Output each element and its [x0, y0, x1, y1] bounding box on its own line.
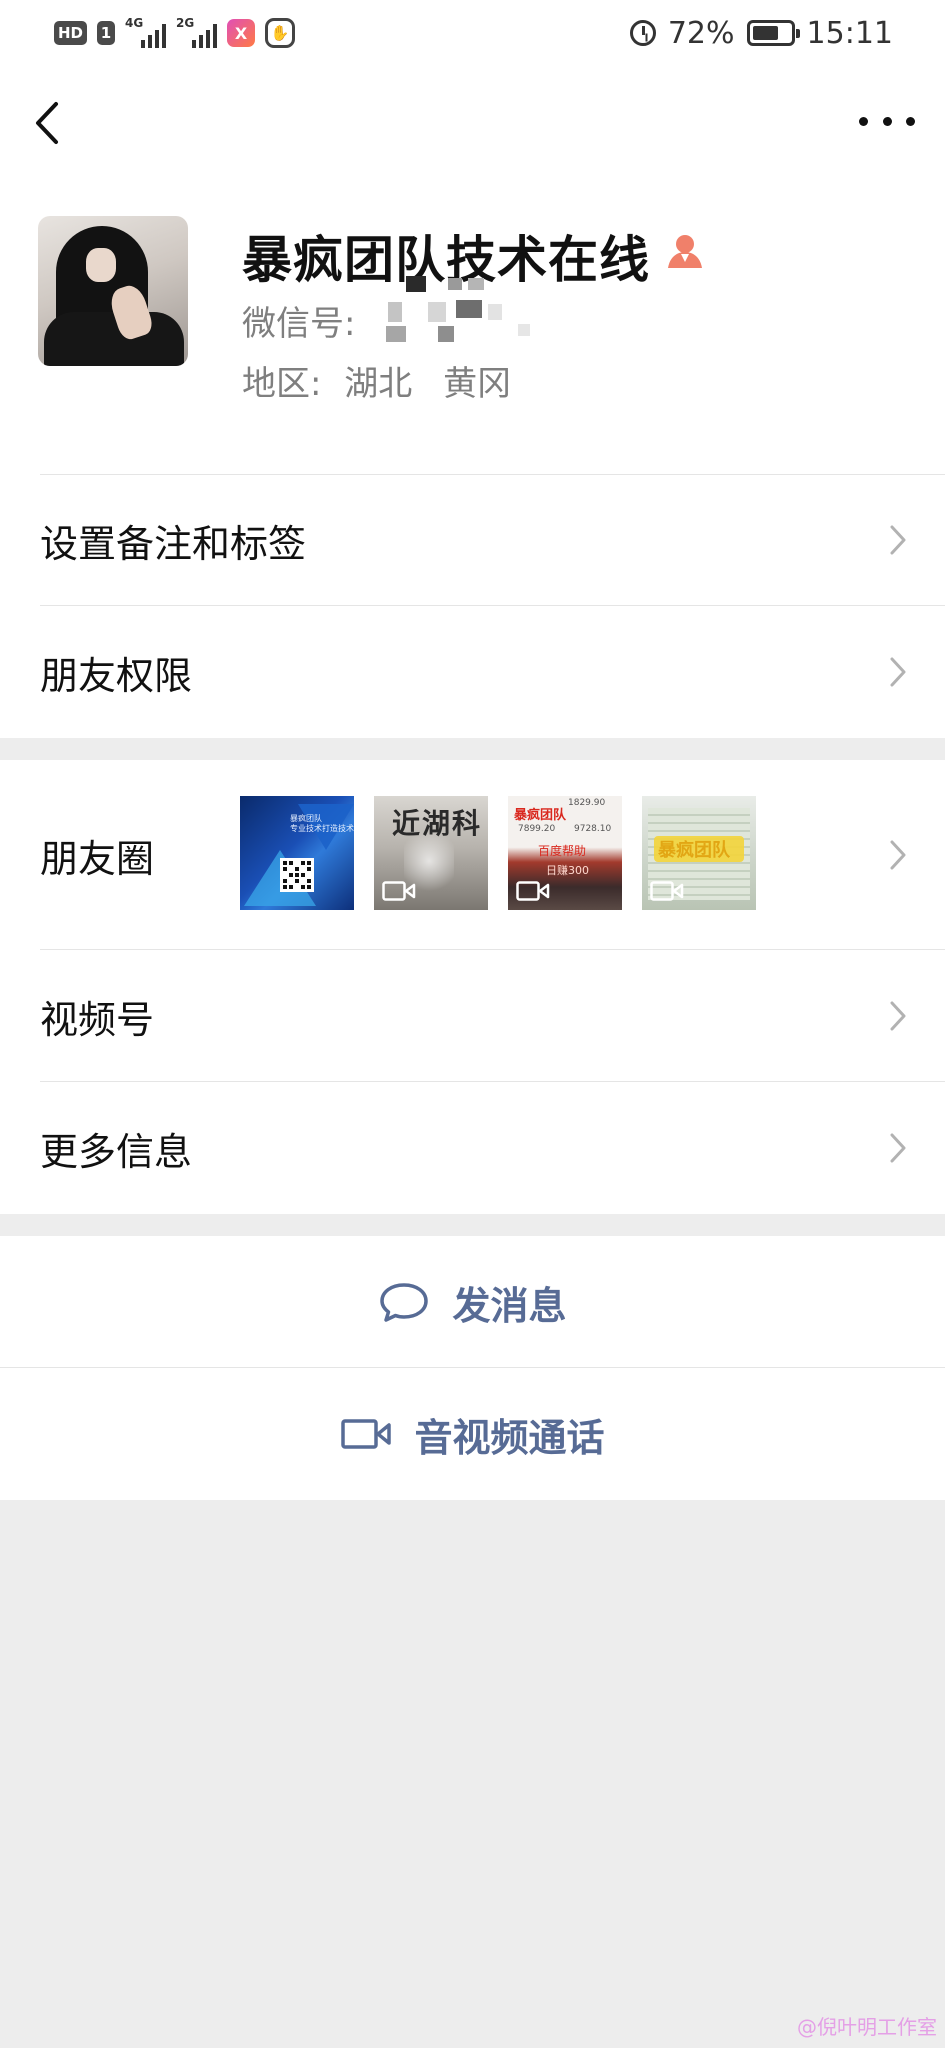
- region-city: 黄冈: [443, 364, 512, 404]
- chevron-right-icon: [890, 840, 906, 870]
- chevron-right-icon: [890, 657, 906, 687]
- more-info-row[interactable]: 更多信息: [0, 1082, 945, 1214]
- moments-thumbnail[interactable]: 近湖科: [374, 796, 488, 910]
- qr-code-icon: [280, 858, 314, 892]
- status-bar-right: 72% 15:11: [629, 15, 893, 51]
- hd-badge: HD: [54, 21, 88, 45]
- friend-permissions-row[interactable]: 朋友权限: [0, 606, 945, 738]
- video-icon: [516, 881, 550, 901]
- battery-icon: [746, 20, 800, 46]
- action-group: 发消息 音视频通话: [0, 1236, 945, 1500]
- alarm-icon: [629, 20, 656, 46]
- channels-label: 视频号: [40, 997, 155, 1042]
- profile-header: 暴疯团队技术在线 微信号: 地区: 湖北 黄冈: [0, 178, 945, 474]
- thumbnail-number: 7899.20: [518, 824, 556, 834]
- region: 地区: 湖北 黄冈: [242, 356, 511, 405]
- moments-thumbnail[interactable]: 1829.90 暴疯团队 7899.20 9728.10 百度帮助 日赚300: [508, 796, 622, 910]
- battery-percent: 72%: [667, 15, 735, 51]
- thumbnail-title: 暴疯团队: [514, 808, 567, 823]
- avatar[interactable]: [38, 216, 188, 366]
- thumbnail-text: 日赚300: [546, 864, 589, 877]
- thumbnail-band-text: 暴疯团队: [658, 840, 730, 861]
- thumbnail-number: 9728.10: [574, 824, 612, 834]
- wechat-id-label: 微信号:: [242, 304, 356, 344]
- watermark: @倪叶明工作室: [797, 2015, 937, 2039]
- more-button[interactable]: [859, 106, 915, 136]
- signal-icon: 4G: [125, 16, 167, 48]
- nav-bar: [0, 66, 945, 178]
- app-notification-icon: X: [227, 19, 256, 47]
- more-info-label: 更多信息: [40, 1129, 193, 1174]
- thumbnail-text: 百度帮助: [538, 844, 587, 858]
- sim-badge: 1: [97, 21, 116, 45]
- chevron-right-icon: [890, 1001, 906, 1031]
- info-group: 朋友圈 暴疯团队 专业技术打造技术指导 近湖科: [0, 760, 945, 1214]
- back-button[interactable]: [28, 98, 68, 148]
- video-icon: [382, 881, 416, 901]
- redacted-wechat-id: [368, 276, 548, 346]
- network-type-label-2: 2G: [176, 16, 195, 30]
- network-type-label: 4G: [125, 16, 144, 30]
- chevron-right-icon: [890, 525, 906, 555]
- moments-thumbnail[interactable]: 暴疯团队: [642, 796, 756, 910]
- video-camera-icon: [341, 1419, 392, 1449]
- moments-label: 朋友圈: [40, 836, 155, 881]
- remark-and-tags-label: 设置备注和标签: [40, 521, 307, 566]
- remark-and-tags-row[interactable]: 设置备注和标签: [0, 474, 945, 606]
- moments-row[interactable]: 朋友圈 暴疯团队 专业技术打造技术指导 近湖科: [0, 760, 945, 950]
- status-bar-left: HD 1 4G 2G X ✋: [54, 16, 296, 48]
- friend-permissions-label: 朋友权限: [40, 653, 193, 698]
- video-call-button[interactable]: 音视频通话: [0, 1368, 945, 1500]
- send-message-label: 发消息: [452, 1283, 567, 1328]
- moments-thumbnail[interactable]: 暴疯团队 专业技术打造技术指导: [240, 796, 354, 910]
- video-call-label: 音视频通话: [414, 1415, 605, 1460]
- hand-icon: ✋: [265, 18, 296, 48]
- wechat-id: 微信号:: [242, 296, 355, 345]
- video-icon: [650, 881, 684, 901]
- chevron-right-icon: [890, 1133, 906, 1163]
- more-dots-icon: [859, 116, 868, 126]
- thumbnail-sign: 近湖科: [392, 807, 483, 840]
- status-bar: HD 1 4G 2G X ✋ 72% 15:11: [0, 0, 945, 66]
- thumbnail-number: 1829.90: [568, 798, 606, 808]
- region-label: 地区:: [242, 364, 322, 404]
- clock: 15:11: [806, 15, 893, 51]
- settings-group: 设置备注和标签 朋友权限: [0, 474, 945, 738]
- send-message-button[interactable]: 发消息: [0, 1236, 945, 1368]
- person-icon: [668, 235, 702, 268]
- signal-icon-2: 2G: [176, 16, 218, 48]
- chevron-left-icon: [36, 102, 58, 144]
- region-province: 湖北: [344, 364, 413, 404]
- thumbnail-caption: 暴疯团队 专业技术打造技术指导: [290, 814, 354, 833]
- moments-thumbnails: 暴疯团队 专业技术打造技术指导 近湖科: [240, 796, 756, 910]
- channels-row[interactable]: 视频号: [0, 950, 945, 1082]
- chat-bubble-icon: [380, 1283, 429, 1322]
